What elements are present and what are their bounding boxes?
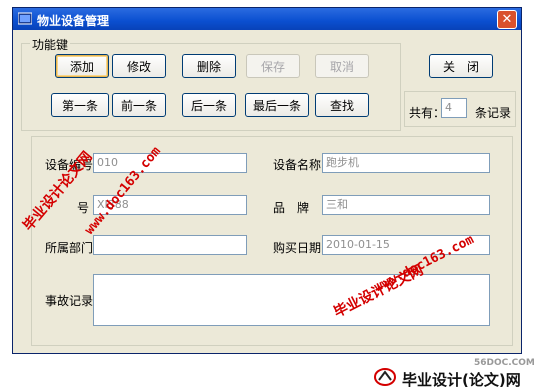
- close-button[interactable]: 关 闭: [429, 54, 493, 78]
- last-record-button[interactable]: 最后一条: [245, 93, 309, 117]
- cancel-button[interactable]: 取消: [315, 54, 369, 78]
- next-record-button[interactable]: 后一条: [182, 93, 236, 117]
- record-count-suffix: 条记录: [475, 106, 512, 120]
- title-bar: 物业设备管理 ✕: [13, 8, 521, 30]
- incident-label: 事故记录: [45, 294, 94, 308]
- model-label: 号: [77, 201, 90, 215]
- footer-site: 56DOC.COM: [474, 358, 535, 368]
- record-count-field: 4: [441, 98, 467, 118]
- window-title: 物业设备管理: [37, 14, 110, 28]
- first-record-button[interactable]: 第一条: [51, 93, 109, 117]
- dept-label: 所属部门: [45, 241, 94, 255]
- function-keys-legend: 功能键: [30, 36, 71, 53]
- window-close-button[interactable]: ✕: [497, 10, 517, 29]
- add-button[interactable]: 添加: [55, 54, 109, 78]
- equip-no-field[interactable]: 010: [93, 153, 247, 173]
- app-window: 物业设备管理 ✕ 功能键 添加 修改 删除 保存 取消 第一条 前一条 后一条 …: [12, 7, 522, 354]
- edit-button[interactable]: 修改: [112, 54, 166, 78]
- app-icon: [18, 12, 32, 25]
- purchase-date-label: 购买日期: [273, 241, 322, 255]
- save-button[interactable]: 保存: [246, 54, 300, 78]
- incident-field[interactable]: [93, 274, 490, 326]
- dept-field[interactable]: [93, 235, 247, 255]
- logo-icon: [374, 368, 396, 386]
- find-button[interactable]: 查找: [315, 93, 369, 117]
- footer-branding: 56DOC.COM 毕业设计(论文)网: [372, 358, 542, 389]
- equip-name-field[interactable]: 跑步机: [322, 153, 490, 173]
- prev-record-button[interactable]: 前一条: [112, 93, 166, 117]
- delete-button[interactable]: 删除: [182, 54, 236, 78]
- footer-brand: 毕业设计(论文)网: [402, 371, 521, 389]
- equip-name-label: 设备名称: [273, 158, 322, 172]
- brand-label: 品 牌: [273, 201, 310, 215]
- record-count-prefix: 共有：: [409, 106, 446, 120]
- brand-field[interactable]: 三和: [322, 195, 490, 215]
